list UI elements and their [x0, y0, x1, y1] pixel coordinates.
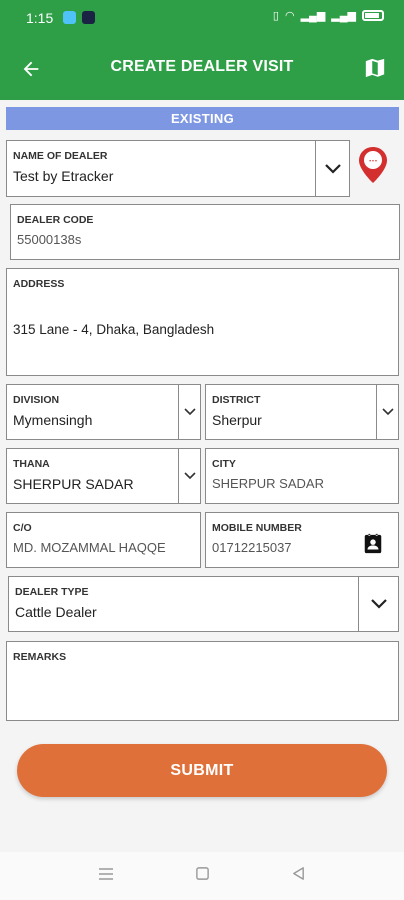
co-value: MD. MOZAMMAL HAQQE [13, 540, 166, 555]
mobile-number-label: MOBILE NUMBER [212, 522, 302, 534]
notification-app-icon [63, 11, 76, 24]
address-field[interactable]: ADDRESS 315 Lane - 4, Dhaka, Bangladesh [6, 268, 399, 376]
district-dropdown[interactable]: DISTRICT Sherpur [205, 384, 399, 440]
city-field[interactable]: CITY SHERPUR SADAR [205, 448, 399, 504]
back-icon[interactable] [291, 866, 306, 881]
svg-text:•••: ••• [369, 159, 378, 165]
thana-dropdown[interactable]: THANA SHERPUR SADAR [6, 448, 201, 504]
dealer-type-dropdown[interactable]: DEALER TYPE Cattle Dealer [8, 576, 399, 632]
signal-icon-2: ▂▄▆ [331, 10, 356, 22]
dealer-code-field[interactable]: DEALER CODE 55000138s [10, 204, 400, 260]
map-icon[interactable] [364, 56, 386, 80]
thana-value: SHERPUR SADAR [13, 476, 134, 492]
mobile-number-field[interactable]: MOBILE NUMBER 01712215037 [205, 512, 399, 568]
chevron-down-icon[interactable] [178, 385, 200, 439]
city-label: CITY [212, 458, 236, 470]
address-value: 315 Lane - 4, Dhaka, Bangladesh [13, 322, 215, 337]
chevron-down-icon[interactable] [376, 385, 398, 439]
dealer-code-label: DEALER CODE [17, 214, 94, 226]
chevron-down-icon[interactable] [178, 449, 200, 503]
submit-button[interactable]: SUBMIT [17, 744, 387, 797]
status-bar: 1:15 ▯ ◠ ▂▄▆ ▂▄▆ [0, 0, 404, 36]
district-label: DISTRICT [212, 394, 261, 406]
dealer-code-value: 55000138s [17, 232, 82, 247]
name-of-dealer-dropdown[interactable]: NAME OF DEALER Test by Etracker [6, 140, 350, 197]
page-title: CREATE DEALER VISIT [110, 58, 294, 75]
menu-icon[interactable] [98, 866, 114, 882]
signal-icon: ▂▄▆ [300, 10, 326, 22]
contact-book-icon[interactable] [362, 533, 384, 555]
district-value: Sherpur [212, 412, 262, 428]
address-label: ADDRESS [13, 278, 65, 290]
status-icons: ▯ ◠ ▂▄▆ ▂▄▆ [273, 9, 384, 22]
vibrate-icon: ▯ [272, 10, 279, 22]
division-value: Mymensingh [13, 412, 93, 428]
division-label: DIVISION [13, 394, 60, 406]
dealer-type-value: Cattle Dealer [15, 604, 97, 620]
mobile-number-value: 01712215037 [212, 540, 292, 555]
location-pin-icon[interactable]: ••• [357, 146, 389, 184]
system-nav-bar [0, 852, 404, 900]
thana-label: THANA [13, 458, 50, 470]
app-bar: CREATE DEALER VISIT [0, 36, 404, 100]
status-time: 1:15 [26, 10, 54, 26]
home-icon[interactable] [195, 866, 210, 881]
co-field[interactable]: C/O MD. MOZAMMAL HAQQE [6, 512, 201, 568]
dealer-type-label: DEALER TYPE [15, 586, 89, 598]
name-of-dealer-label: NAME OF DEALER [13, 150, 108, 162]
city-value: SHERPUR SADAR [212, 476, 324, 491]
division-dropdown[interactable]: DIVISION Mymensingh [6, 384, 201, 440]
chevron-down-icon[interactable] [358, 577, 398, 631]
remarks-field[interactable]: REMARKS [6, 641, 399, 721]
wifi-icon: ◠ [284, 10, 295, 22]
name-of-dealer-value: Test by Etracker [13, 168, 114, 184]
battery-icon [362, 10, 384, 21]
co-label: C/O [13, 522, 32, 534]
remarks-label: REMARKS [13, 651, 67, 663]
notification-app-icon-2 [82, 11, 95, 24]
chevron-down-icon[interactable] [315, 141, 349, 196]
existing-banner: EXISTING [6, 107, 399, 130]
